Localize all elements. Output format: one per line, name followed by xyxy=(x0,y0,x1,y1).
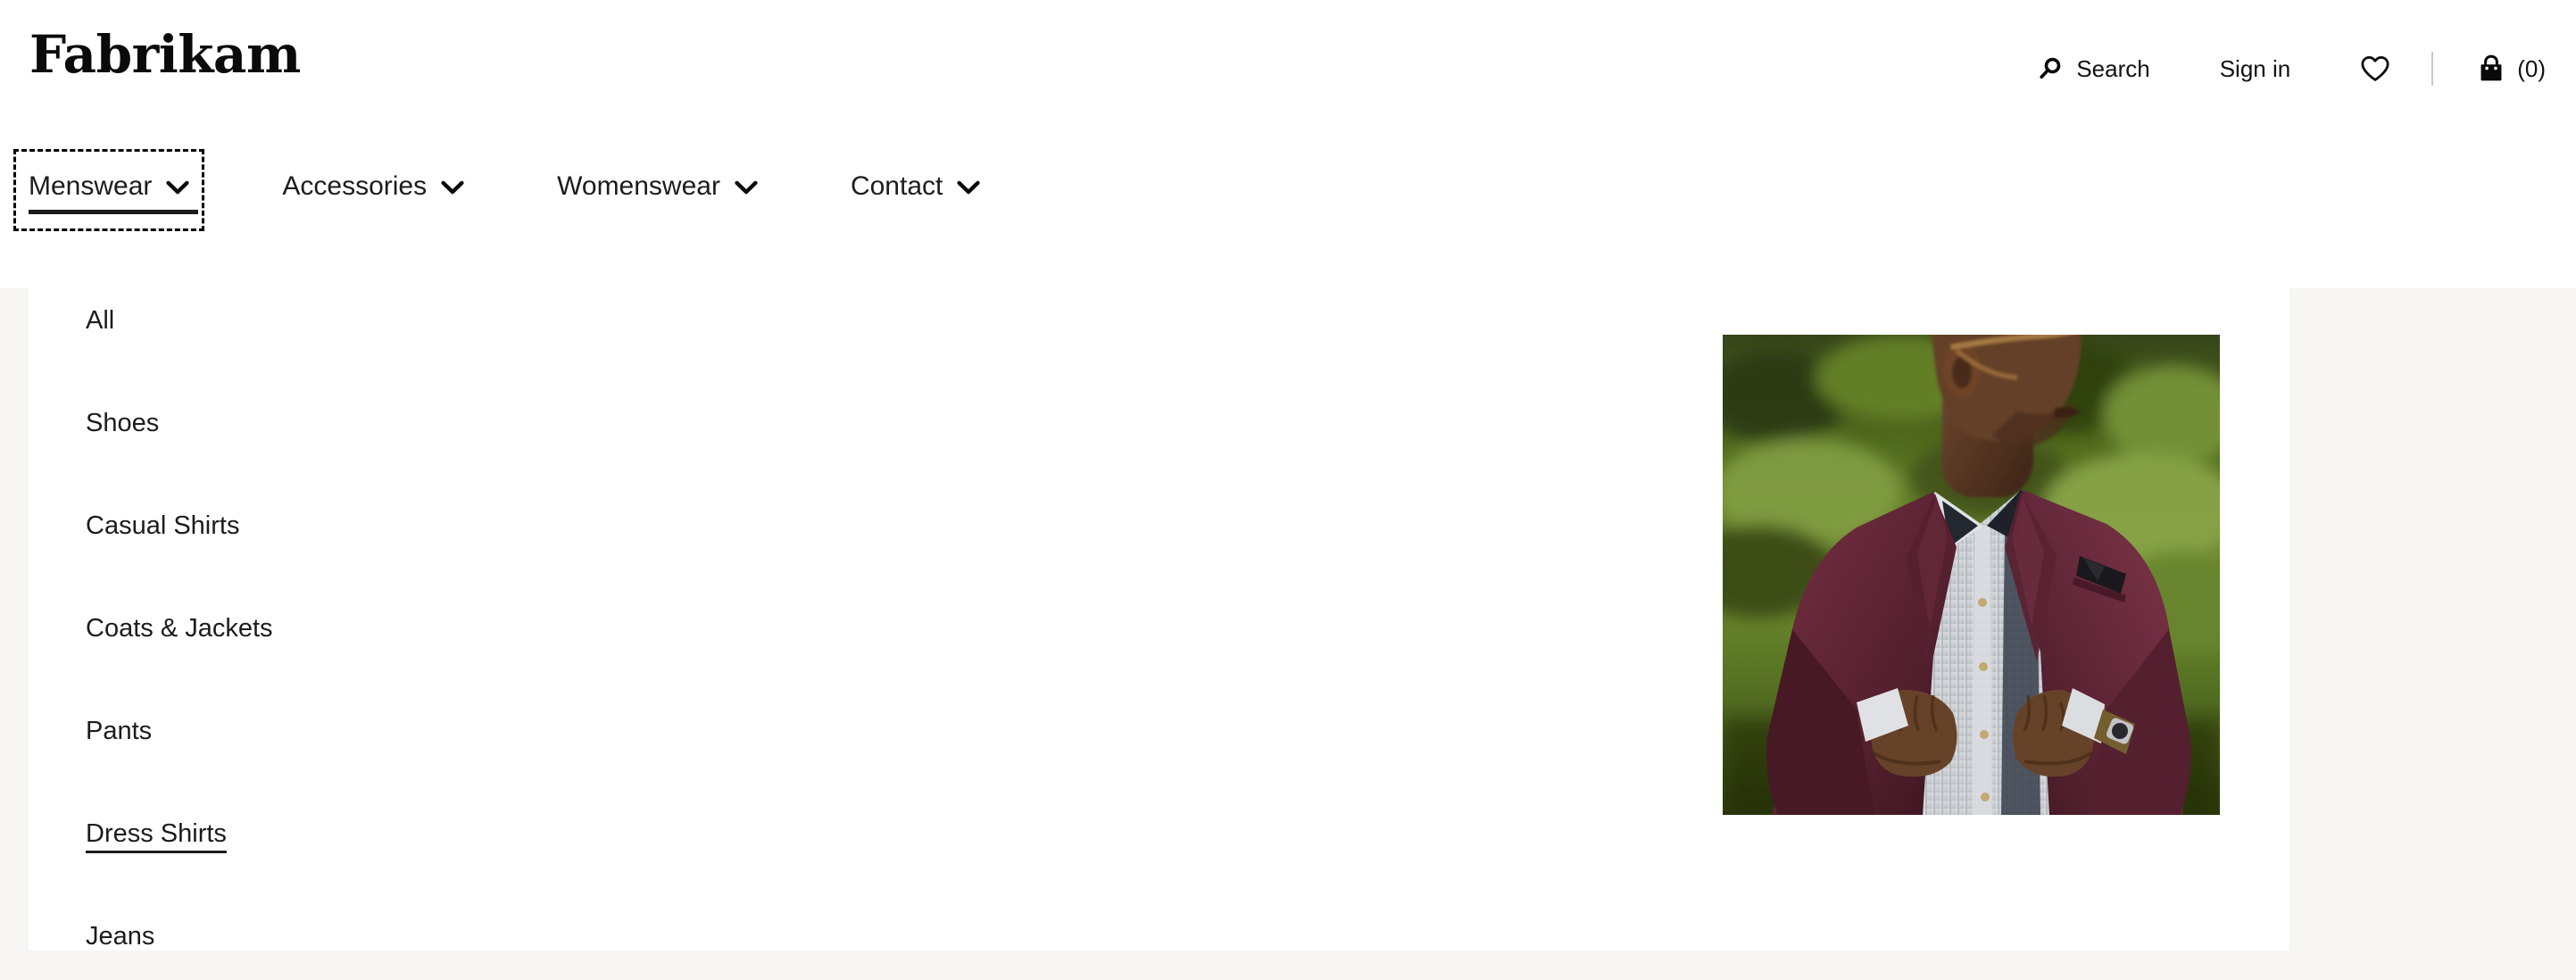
search-label: Search xyxy=(2076,54,2150,82)
header-actions: Search Sign in (0) xyxy=(2032,48,2551,89)
nav-item-menswear[interactable]: Menswear xyxy=(12,149,205,231)
nav-item-womenswear-label: Womenswear xyxy=(557,171,720,201)
sign-in-link[interactable]: Sign in xyxy=(2215,52,2297,87)
chevron-down-icon xyxy=(735,180,758,195)
nav-item-accessories-label: Accessories xyxy=(282,171,428,201)
shopping-bag-icon xyxy=(2478,54,2505,83)
menswear-promo-photo[interactable] xyxy=(1723,335,2220,815)
wishlist-button[interactable] xyxy=(2355,51,2396,87)
dropdown-item-coats-jackets[interactable]: Coats & Jackets xyxy=(86,605,273,652)
primary-nav: Menswear Accessories Womenswear Contact xyxy=(0,149,2576,250)
chevron-down-icon xyxy=(441,180,464,195)
sign-in-label: Sign in xyxy=(2219,54,2291,82)
nav-item-accessories[interactable]: Accessories xyxy=(270,152,477,228)
dropdown-item-shoes[interactable]: Shoes xyxy=(86,400,159,447)
cart-count-label: (0) xyxy=(2517,54,2546,82)
nav-item-contact-label: Contact xyxy=(850,171,943,201)
header-divider xyxy=(2431,52,2434,86)
storefront-page: Fabrikam Search Sign in (0) Menswear Acc… xyxy=(0,0,2576,980)
nav-item-menswear-label: Menswear xyxy=(29,171,153,201)
brand-logo[interactable]: Fabrikam xyxy=(29,29,301,80)
search-button[interactable]: Search xyxy=(2032,52,2155,87)
nav-active-indicator xyxy=(29,210,198,214)
heart-icon xyxy=(2360,54,2390,83)
dropdown-item-dress-shirts[interactable]: Dress Shirts xyxy=(86,810,227,858)
chevron-down-icon xyxy=(957,180,980,195)
dropdown-item-casual-shirts[interactable]: Casual Shirts xyxy=(86,502,239,550)
cart-button[interactable]: (0) xyxy=(2472,51,2551,87)
search-icon xyxy=(2037,55,2064,82)
menswear-dropdown-panel: All Shoes Casual Shirts Coats & Jackets … xyxy=(29,288,2289,951)
dropdown-item-pants[interactable]: Pants xyxy=(86,708,152,755)
dropdown-item-jeans[interactable]: Jeans xyxy=(86,913,154,951)
nav-item-contact[interactable]: Contact xyxy=(838,152,993,228)
nav-item-womenswear[interactable]: Womenswear xyxy=(544,152,770,228)
chevron-down-icon xyxy=(166,180,190,195)
site-header: Fabrikam Search Sign in (0) Menswear Acc… xyxy=(0,0,2576,288)
dropdown-item-all[interactable]: All xyxy=(86,297,114,345)
menswear-category-list: All Shoes Casual Shirts Coats & Jackets … xyxy=(86,297,889,951)
